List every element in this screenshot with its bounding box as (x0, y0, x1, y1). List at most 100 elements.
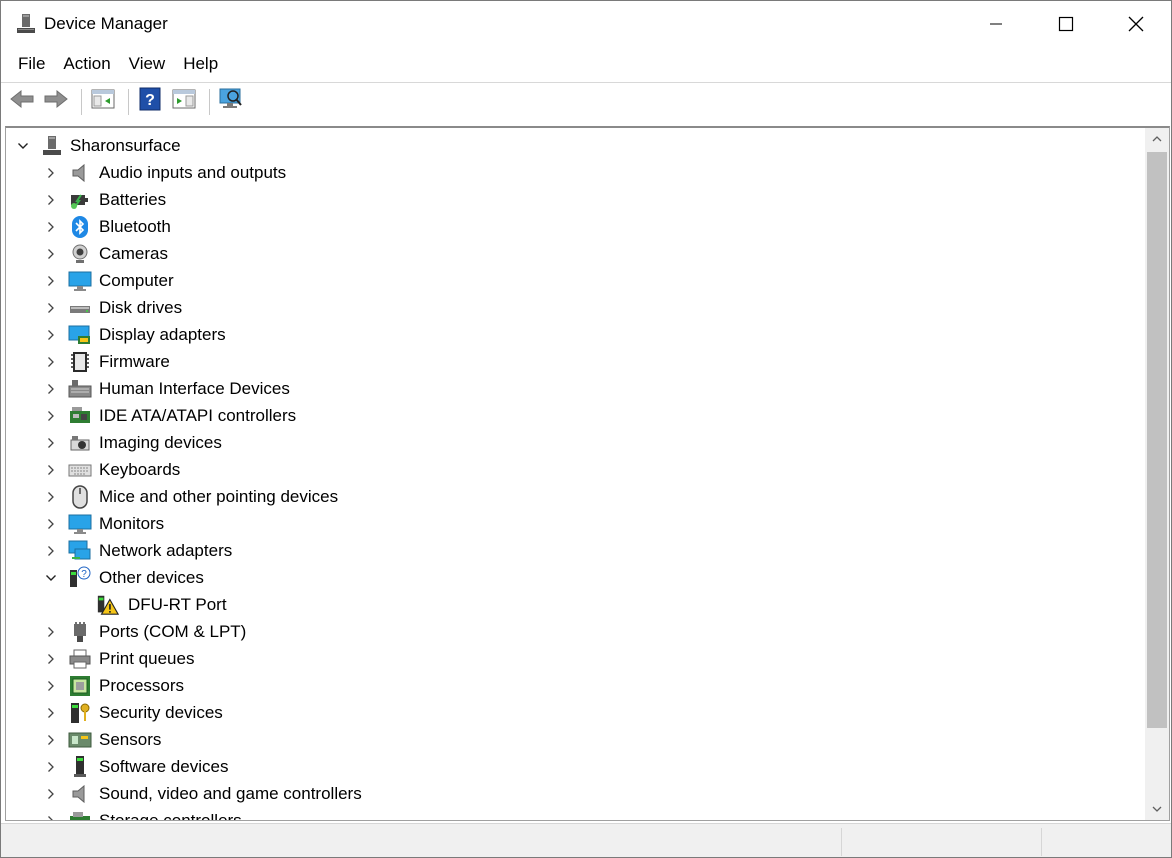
show-hide-console-tree-icon (91, 88, 115, 115)
tree-node-label: Print queues (99, 648, 195, 668)
device-manager-icon (15, 13, 37, 35)
tree-category-display-adapters[interactable]: Display adapters (6, 321, 1144, 348)
toolbar-separator (128, 88, 129, 115)
menu-help[interactable]: Help (174, 50, 227, 78)
tree-root-node[interactable]: Sharonsurface (6, 132, 1144, 159)
status-pane (841, 828, 1041, 856)
tree-node-label: Human Interface Devices (99, 378, 290, 398)
tree-node-label: Storage controllers (99, 810, 242, 821)
show-hide-console-tree-button[interactable] (88, 87, 118, 117)
chevron-right-icon[interactable] (44, 814, 58, 820)
tree-category-monitors[interactable]: Monitors (6, 510, 1144, 537)
scroll-up-button[interactable] (1145, 128, 1169, 150)
toolbar: ? (1, 82, 1171, 120)
monitor-icon (68, 512, 92, 536)
chevron-right-icon[interactable] (44, 625, 58, 639)
tree-category-cameras[interactable]: Cameras (6, 240, 1144, 267)
chevron-right-icon[interactable] (44, 652, 58, 666)
tree-category-keyboards[interactable]: Keyboards (6, 456, 1144, 483)
chevron-right-icon[interactable] (44, 355, 58, 369)
tree-category-other-devices[interactable]: ? Other devices (6, 564, 1144, 591)
tree-node-label: Sharonsurface (70, 135, 181, 155)
sensor-icon (68, 728, 92, 752)
tree-category-batteries[interactable]: Batteries (6, 186, 1144, 213)
vertical-scrollbar[interactable] (1145, 128, 1169, 820)
chevron-right-icon[interactable] (44, 760, 58, 774)
battery-icon (68, 188, 92, 212)
back-button[interactable] (7, 87, 37, 117)
chevron-right-icon[interactable] (44, 382, 58, 396)
chevron-right-icon[interactable] (44, 706, 58, 720)
tree-category-human-interface-devices[interactable]: Human Interface Devices (6, 375, 1144, 402)
minimize-button[interactable] (961, 1, 1031, 47)
menu-action[interactable]: Action (54, 50, 119, 78)
chevron-right-icon[interactable] (44, 247, 58, 261)
tree-node-label: Audio inputs and outputs (99, 162, 287, 182)
chevron-right-icon[interactable] (44, 490, 58, 504)
tree-category-bluetooth[interactable]: Bluetooth (6, 213, 1144, 240)
tree-category-sound-video-and-game-controllers[interactable]: Sound, video and game controllers (6, 780, 1144, 807)
device-tree-pane[interactable]: Sharonsurface Audio inputs and outputs Bat… (5, 126, 1170, 821)
tree-category-ports-com-lpt[interactable]: Ports (COM & LPT) (6, 618, 1144, 645)
computer-monitor-icon (68, 269, 92, 293)
disk-drive-icon (68, 296, 92, 320)
chevron-right-icon[interactable] (44, 301, 58, 315)
close-button[interactable] (1101, 1, 1171, 47)
maximize-button[interactable] (1031, 1, 1101, 47)
help-button[interactable]: ? (135, 87, 165, 117)
chevron-right-icon[interactable] (44, 220, 58, 234)
tree-category-sensors[interactable]: Sensors (6, 726, 1144, 753)
menu-file[interactable]: File (9, 50, 54, 78)
tree-category-disk-drives[interactable]: Disk drives (6, 294, 1144, 321)
tree-category-storage-controllers[interactable]: Storage controllers (6, 807, 1144, 821)
menu-view[interactable]: View (120, 50, 175, 78)
tree-category-print-queues[interactable]: Print queues (6, 645, 1144, 672)
bluetooth-icon (68, 215, 92, 239)
tree-category-mice-and-other-pointing-devices[interactable]: Mice and other pointing devices (6, 483, 1144, 510)
tree-node-label: Other devices (99, 567, 204, 587)
tree-category-processors[interactable]: Processors (6, 672, 1144, 699)
tree-category-network-adapters[interactable]: Network adapters (6, 537, 1144, 564)
status-pane (1041, 828, 1171, 856)
chevron-right-icon[interactable] (44, 166, 58, 180)
chevron-right-icon[interactable] (44, 274, 58, 288)
chevron-right-icon[interactable] (44, 733, 58, 747)
scroll-down-button[interactable] (1145, 798, 1169, 820)
tree-category-audio-inputs-and-outputs[interactable]: Audio inputs and outputs (6, 159, 1144, 186)
chevron-right-icon[interactable] (44, 409, 58, 423)
tree-category-computer[interactable]: Computer (6, 267, 1144, 294)
tree-category-firmware[interactable]: Firmware (6, 348, 1144, 375)
chevron-right-icon[interactable] (44, 679, 58, 693)
chevron-right-icon[interactable] (44, 193, 58, 207)
device-manager-window: Device Manager File Action View Help ? S… (0, 0, 1172, 858)
properties-pane-icon (172, 88, 196, 115)
device-tree: Sharonsurface Audio inputs and outputs Bat… (6, 132, 1144, 821)
tree-category-security-devices[interactable]: Security devices (6, 699, 1144, 726)
chevron-right-icon[interactable] (44, 436, 58, 450)
forward-button[interactable] (41, 87, 71, 117)
security-key-icon (68, 701, 92, 725)
chevron-right-icon[interactable] (44, 517, 58, 531)
chevron-down-icon[interactable] (16, 139, 30, 153)
network-adapter-icon (68, 539, 92, 563)
chevron-right-icon[interactable] (44, 328, 58, 342)
tree-device-node[interactable]: DFU-RT Port (6, 591, 1144, 618)
sound-controller-icon (68, 782, 92, 806)
tree-node-label: Bluetooth (99, 216, 171, 236)
tree-category-imaging-devices[interactable]: Imaging devices (6, 429, 1144, 456)
tree-node-label: Firmware (99, 351, 170, 371)
chevron-right-icon[interactable] (44, 787, 58, 801)
tree-category-software-devices[interactable]: Software devices (6, 753, 1144, 780)
scan-hardware-button[interactable] (216, 87, 246, 117)
svg-text:?: ? (81, 569, 87, 580)
tree-category-ide-ata-atapi-controllers[interactable]: IDE ATA/ATAPI controllers (6, 402, 1144, 429)
chevron-right-icon[interactable] (44, 544, 58, 558)
properties-pane-button[interactable] (169, 87, 199, 117)
tree-node-label: Sound, video and game controllers (99, 783, 362, 803)
chevron-down-icon[interactable] (44, 571, 58, 585)
scroll-thumb[interactable] (1147, 152, 1167, 728)
tree-node-label: Processors (99, 675, 185, 695)
ide-controller-icon (68, 404, 92, 428)
title-bar[interactable]: Device Manager (1, 1, 1171, 47)
chevron-right-icon[interactable] (44, 463, 58, 477)
